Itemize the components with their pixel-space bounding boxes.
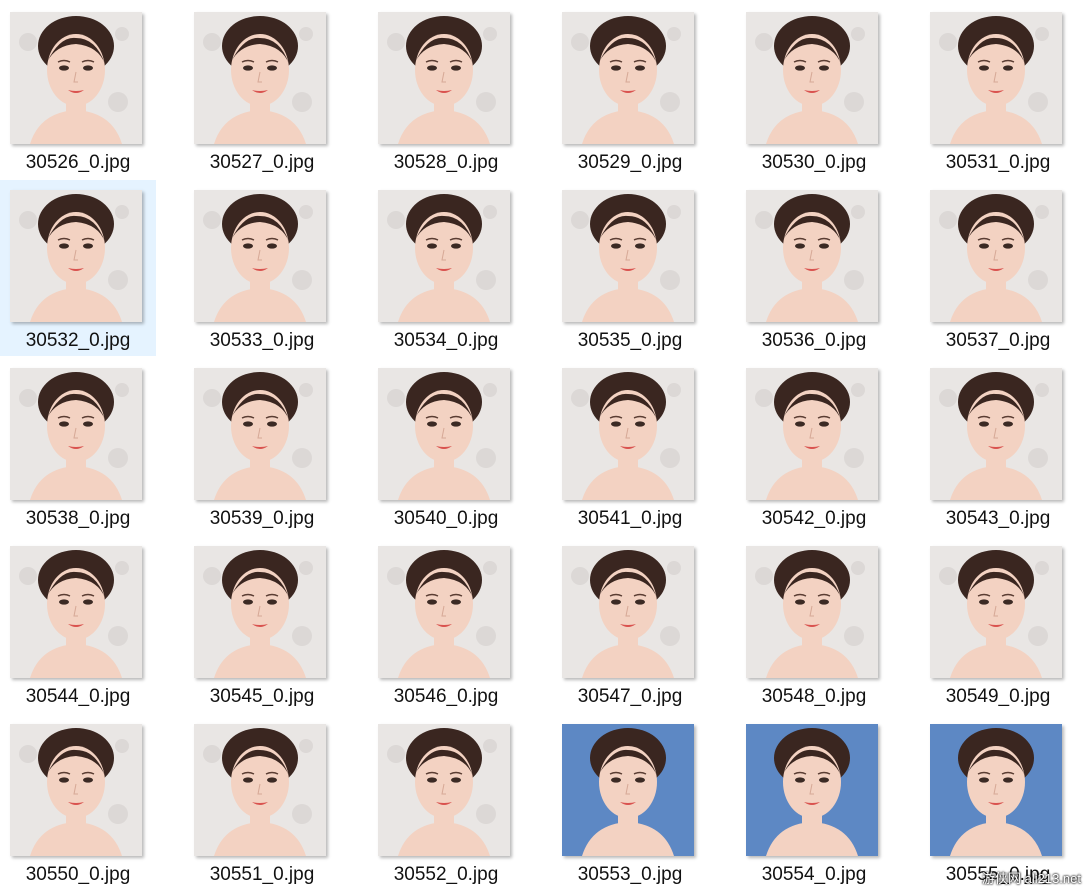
file-thumbnail[interactable]	[194, 546, 326, 678]
file-name-label[interactable]: 30534_0.jpg	[368, 330, 524, 352]
file-name-label[interactable]: 30533_0.jpg	[184, 330, 340, 352]
file-thumbnail[interactable]	[746, 546, 878, 678]
file-item[interactable]: 30526_0.jpg	[0, 2, 156, 178]
file-thumbnail[interactable]	[562, 190, 694, 322]
file-name-label[interactable]: 30545_0.jpg	[184, 686, 340, 708]
file-name-label[interactable]: 30546_0.jpg	[368, 686, 524, 708]
file-thumbnail[interactable]	[10, 724, 142, 856]
file-name-label[interactable]: 30532_0.jpg	[0, 330, 156, 352]
file-item[interactable]: 30544_0.jpg	[0, 536, 156, 712]
file-thumbnail[interactable]	[378, 190, 510, 322]
file-item[interactable]: 30531_0.jpg	[920, 2, 1076, 178]
file-name-label[interactable]: 30547_0.jpg	[552, 686, 708, 708]
file-grid: 30526_0.jpg 30527_0.jpg 30528_0.jpg 30529_0…	[0, 0, 1087, 889]
file-item[interactable]: 30552_0.jpg	[368, 714, 524, 890]
file-name-label[interactable]: 30551_0.jpg	[184, 864, 340, 886]
file-name-label[interactable]: 30544_0.jpg	[0, 686, 156, 708]
file-name-label[interactable]: 30554_0.jpg	[736, 864, 892, 886]
file-item[interactable]: 30537_0.jpg	[920, 180, 1076, 356]
file-thumbnail[interactable]	[378, 546, 510, 678]
file-item[interactable]: 30550_0.jpg	[0, 714, 156, 890]
file-name-label[interactable]: 30543_0.jpg	[920, 508, 1076, 530]
file-name-label[interactable]: 30549_0.jpg	[920, 686, 1076, 708]
watermark: 游侠网 ali213.net	[982, 868, 1081, 887]
file-name-label[interactable]: 30530_0.jpg	[736, 152, 892, 174]
file-thumbnail[interactable]	[10, 546, 142, 678]
file-name-label[interactable]: 30548_0.jpg	[736, 686, 892, 708]
file-thumbnail[interactable]	[562, 368, 694, 500]
file-item[interactable]: 30534_0.jpg	[368, 180, 524, 356]
file-name-label[interactable]: 30553_0.jpg	[552, 864, 708, 886]
file-item[interactable]: 30536_0.jpg	[736, 180, 892, 356]
file-thumbnail[interactable]	[10, 12, 142, 144]
file-item[interactable]: 30541_0.jpg	[552, 358, 708, 534]
file-thumbnail[interactable]	[930, 546, 1062, 678]
file-item[interactable]: 30530_0.jpg	[736, 2, 892, 178]
file-thumbnail[interactable]	[746, 190, 878, 322]
file-name-label[interactable]: 30540_0.jpg	[368, 508, 524, 530]
file-name-label[interactable]: 30552_0.jpg	[368, 864, 524, 886]
file-item[interactable]: 30543_0.jpg	[920, 358, 1076, 534]
file-thumbnail[interactable]	[562, 12, 694, 144]
file-name-label[interactable]: 30536_0.jpg	[736, 330, 892, 352]
file-name-label[interactable]: 30528_0.jpg	[368, 152, 524, 174]
file-thumbnail[interactable]	[746, 724, 878, 856]
file-thumbnail[interactable]	[930, 724, 1062, 856]
file-thumbnail[interactable]	[930, 368, 1062, 500]
file-name-label[interactable]: 30527_0.jpg	[184, 152, 340, 174]
file-item[interactable]: 30549_0.jpg	[920, 536, 1076, 712]
file-item[interactable]: 30527_0.jpg	[184, 2, 340, 178]
file-item[interactable]: 30538_0.jpg	[0, 358, 156, 534]
file-item[interactable]: 30555_0.jpg	[920, 714, 1076, 890]
file-thumbnail[interactable]	[378, 12, 510, 144]
file-thumbnail[interactable]	[10, 368, 142, 500]
file-name-label[interactable]: 30542_0.jpg	[736, 508, 892, 530]
file-item[interactable]: 30553_0.jpg	[552, 714, 708, 890]
file-item[interactable]: 30546_0.jpg	[368, 536, 524, 712]
file-item[interactable]: 30533_0.jpg	[184, 180, 340, 356]
file-thumbnail[interactable]	[930, 190, 1062, 322]
file-item[interactable]: 30540_0.jpg	[368, 358, 524, 534]
file-name-label[interactable]: 30538_0.jpg	[0, 508, 156, 530]
file-thumbnail[interactable]	[194, 724, 326, 856]
file-name-label[interactable]: 30539_0.jpg	[184, 508, 340, 530]
file-name-label[interactable]: 30541_0.jpg	[552, 508, 708, 530]
file-thumbnail[interactable]	[194, 12, 326, 144]
file-item[interactable]: 30545_0.jpg	[184, 536, 340, 712]
file-thumbnail[interactable]	[562, 546, 694, 678]
file-name-label[interactable]: 30535_0.jpg	[552, 330, 708, 352]
file-thumbnail[interactable]	[562, 724, 694, 856]
file-item[interactable]: 30547_0.jpg	[552, 536, 708, 712]
file-item[interactable]: 30529_0.jpg	[552, 2, 708, 178]
file-item[interactable]: 30548_0.jpg	[736, 536, 892, 712]
file-item[interactable]: 30532_0.jpg	[0, 180, 156, 356]
file-thumbnail[interactable]	[746, 12, 878, 144]
file-name-label[interactable]: 30537_0.jpg	[920, 330, 1076, 352]
file-item[interactable]: 30542_0.jpg	[736, 358, 892, 534]
file-item[interactable]: 30554_0.jpg	[736, 714, 892, 890]
file-thumbnail[interactable]	[194, 190, 326, 322]
file-item[interactable]: 30528_0.jpg	[368, 2, 524, 178]
file-name-label[interactable]: 30531_0.jpg	[920, 152, 1076, 174]
file-thumbnail[interactable]	[378, 368, 510, 500]
file-name-label[interactable]: 30529_0.jpg	[552, 152, 708, 174]
file-item[interactable]: 30551_0.jpg	[184, 714, 340, 890]
file-thumbnail[interactable]	[10, 190, 142, 322]
file-item[interactable]: 30539_0.jpg	[184, 358, 340, 534]
file-name-label[interactable]: 30550_0.jpg	[0, 864, 156, 886]
file-name-label[interactable]: 30526_0.jpg	[0, 152, 156, 174]
file-thumbnail[interactable]	[930, 12, 1062, 144]
file-item[interactable]: 30535_0.jpg	[552, 180, 708, 356]
file-thumbnail[interactable]	[378, 724, 510, 856]
file-thumbnail[interactable]	[746, 368, 878, 500]
file-thumbnail[interactable]	[194, 368, 326, 500]
